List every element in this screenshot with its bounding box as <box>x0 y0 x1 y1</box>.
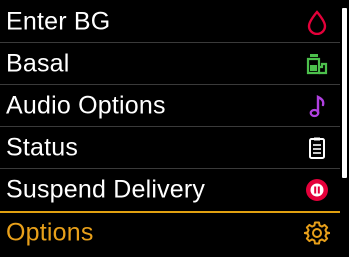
menu-item-options[interactable]: Options <box>0 211 340 252</box>
pause-circle-icon <box>304 177 330 203</box>
menu-scrollbar[interactable] <box>340 0 349 257</box>
music-note-icon <box>304 93 330 119</box>
menu-item-label: Audio Options <box>6 91 166 119</box>
menu-item-label: Options <box>6 218 94 246</box>
basal-profile-icon <box>304 51 330 77</box>
menu-item-audio-options[interactable]: Audio Options <box>0 85 340 126</box>
screen-edge <box>349 0 357 257</box>
gear-icon <box>304 220 330 246</box>
menu-item-enter-bg[interactable]: Enter BG <box>0 1 340 42</box>
scrollbar-thumb[interactable] <box>342 8 347 178</box>
menu-item-basal[interactable]: Basal <box>0 43 340 84</box>
menu-item-status[interactable]: Status <box>0 127 340 168</box>
pump-menu-screen: Enter BG Basal Audio Options Status Susp… <box>0 0 349 257</box>
menu-item-label: Suspend Delivery <box>6 175 206 203</box>
menu-item-suspend-delivery[interactable]: Suspend Delivery <box>0 169 340 210</box>
clipboard-icon <box>304 135 330 161</box>
menu-item-label: Status <box>6 133 79 161</box>
main-menu-list: Enter BG Basal Audio Options Status Susp… <box>0 0 340 257</box>
menu-item-label: Enter BG <box>6 7 111 35</box>
blood-drop-icon <box>304 9 330 35</box>
menu-item-label: Basal <box>6 49 70 77</box>
